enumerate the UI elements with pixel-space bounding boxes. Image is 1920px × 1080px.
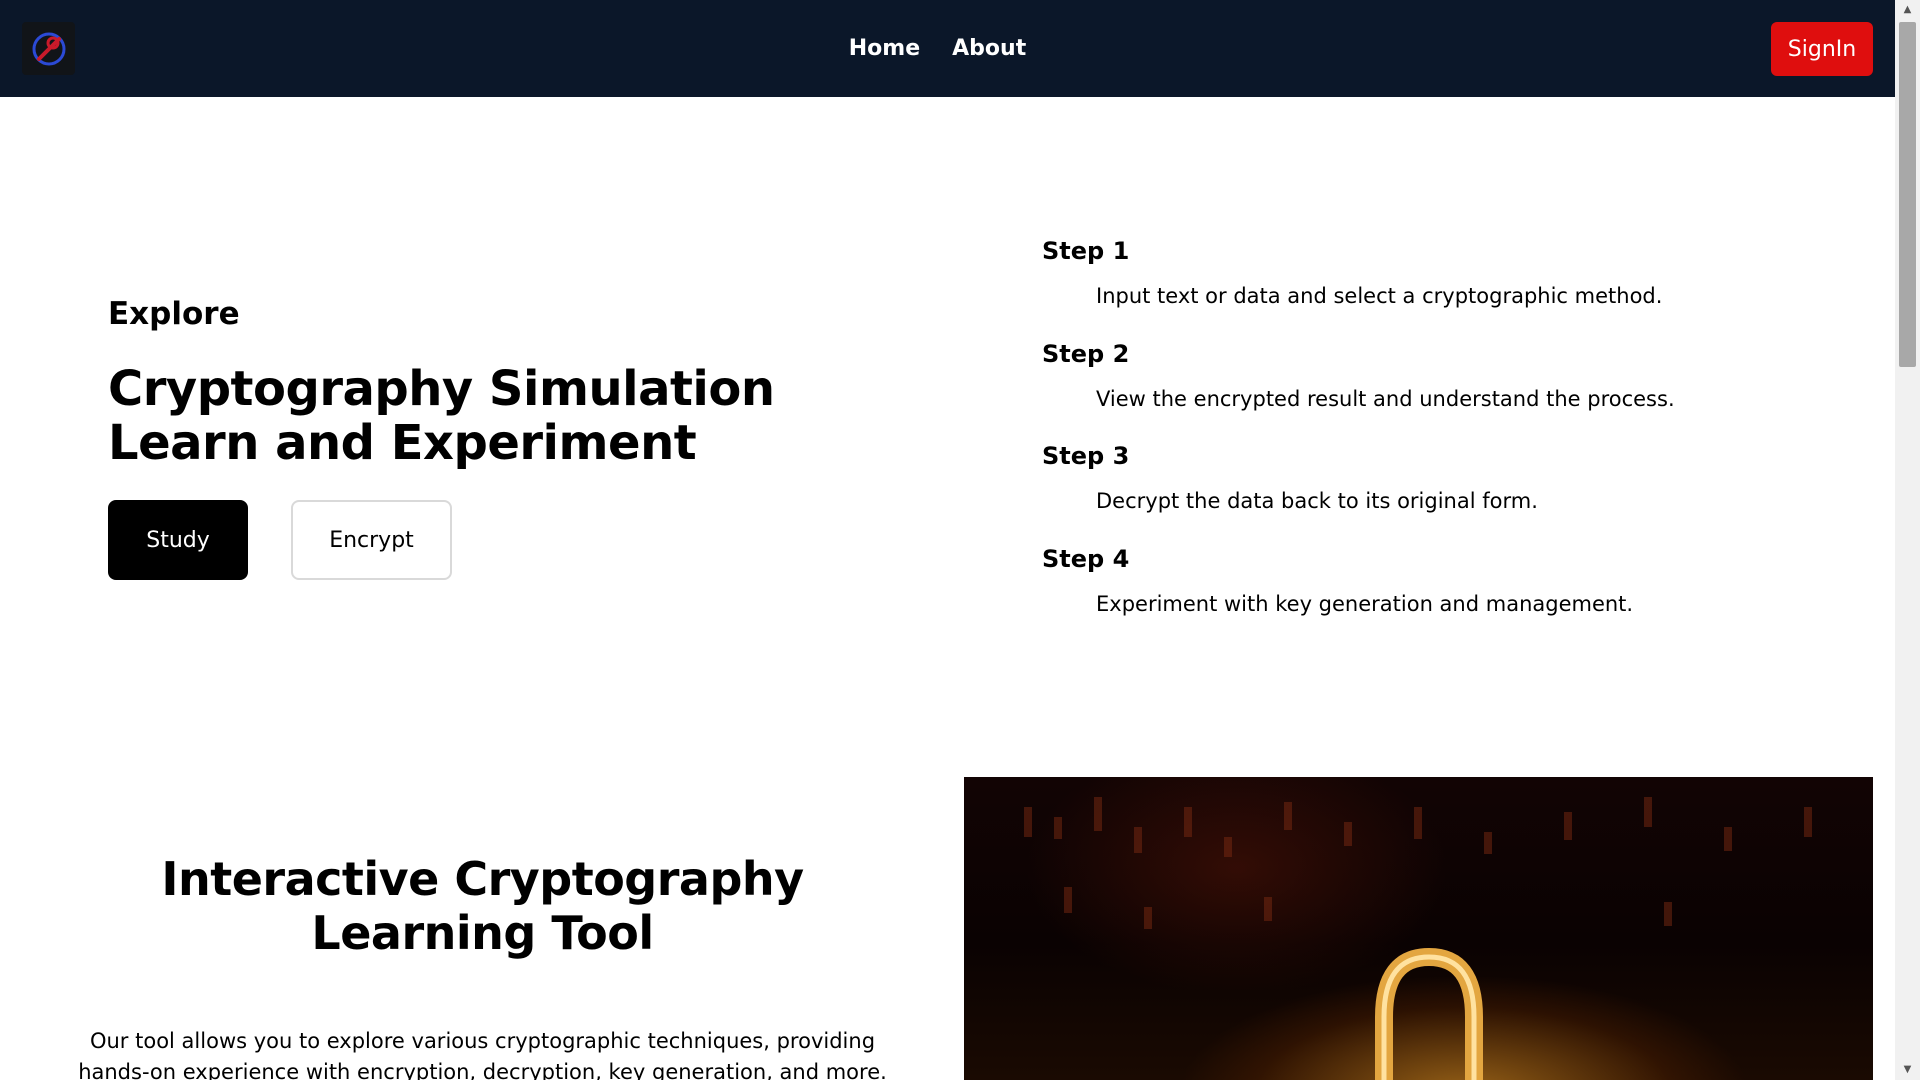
encrypt-button[interactable]: Encrypt bbox=[291, 500, 452, 580]
navbar: Home About SignIn bbox=[0, 0, 1895, 97]
hero-eyebrow: Explore bbox=[108, 296, 240, 332]
feature-title: Interactive Cryptography Learning Tool bbox=[161, 852, 804, 960]
step-title: Step 4 bbox=[1042, 544, 1130, 573]
step-description: View the encrypted result and understand… bbox=[1096, 386, 1675, 411]
step-item: Step 3 Decrypt the data back to its orig… bbox=[1042, 441, 1842, 544]
step-description: Experiment with key generation and manag… bbox=[1096, 591, 1634, 616]
page-scrollbar[interactable]: ▲ ▼ bbox=[1895, 0, 1920, 1080]
padlock-icon bbox=[1375, 947, 1483, 1080]
step-item: Step 4 Experiment with key generation an… bbox=[1042, 544, 1842, 647]
step-title: Step 3 bbox=[1042, 442, 1130, 470]
nav-about-link[interactable]: About bbox=[952, 36, 1026, 61]
scroll-up-arrow-icon[interactable]: ▲ bbox=[1895, 0, 1920, 20]
signin-button[interactable]: SignIn bbox=[1771, 22, 1873, 76]
step-title: Step 1 bbox=[1042, 237, 1130, 265]
step-title: Step 2 bbox=[1042, 339, 1130, 368]
study-button[interactable]: Study bbox=[108, 500, 248, 580]
step-description: Input text or data and select a cryptogr… bbox=[1096, 284, 1663, 308]
scroll-down-arrow-icon[interactable]: ▼ bbox=[1895, 1060, 1920, 1080]
scroll-thumb[interactable] bbox=[1899, 22, 1916, 367]
step-item: Step 2 View the encrypted result and und… bbox=[1042, 339, 1842, 442]
padlock-image bbox=[964, 777, 1873, 1080]
hero-title-line-1: Cryptography Simulation bbox=[108, 361, 775, 417]
step-description: Decrypt the data back to its original fo… bbox=[1096, 489, 1538, 513]
feature-description: Our tool allows you to explore various c… bbox=[78, 1029, 887, 1080]
hero-title: Cryptography Simulation Learn and Experi… bbox=[108, 362, 775, 470]
hero-title-line-2: Learn and Experiment bbox=[108, 415, 697, 471]
step-item: Step 1 Input text or data and select a c… bbox=[1042, 236, 1842, 339]
steps-list: Step 1 Input text or data and select a c… bbox=[1042, 236, 1842, 646]
nav-links: Home About bbox=[0, 0, 1895, 97]
nav-home-link[interactable]: Home bbox=[849, 36, 920, 61]
